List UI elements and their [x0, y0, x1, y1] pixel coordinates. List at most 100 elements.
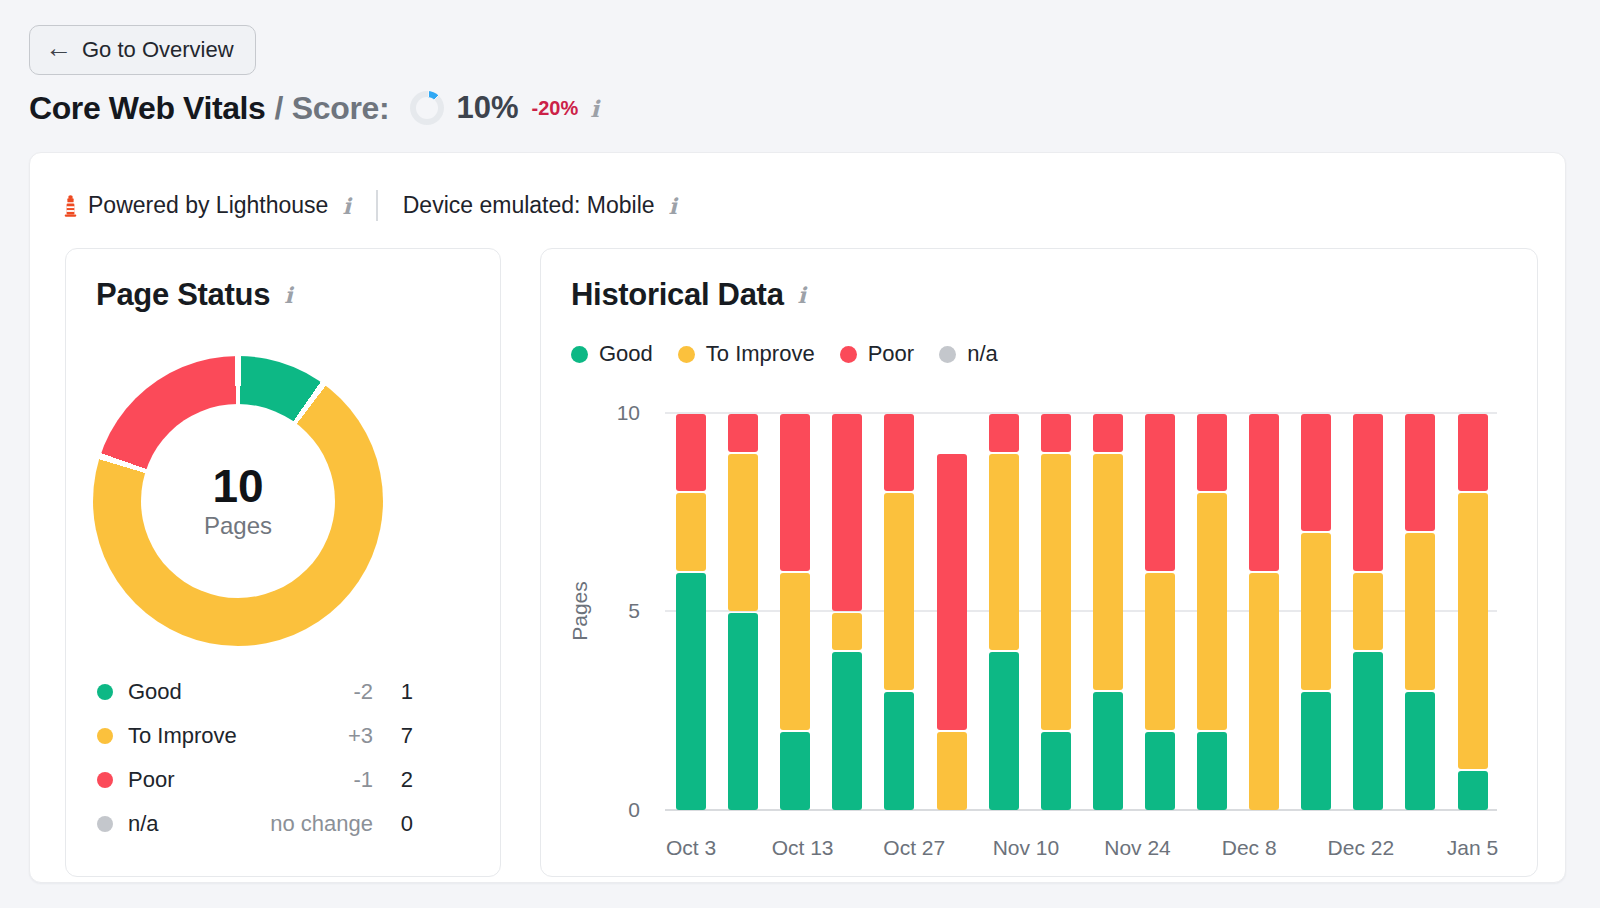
device-emulated-label: Device emulated: Mobile	[403, 192, 655, 219]
legend-change: no change	[270, 811, 373, 837]
legend-change: -2	[353, 679, 373, 705]
score-donut-chart	[410, 91, 444, 125]
bar-segment	[1353, 652, 1383, 810]
bar-segment	[1301, 533, 1331, 690]
device-info-icon[interactable]: i	[669, 193, 677, 219]
bar-segment	[780, 573, 810, 730]
legend-label: To Improve	[128, 723, 348, 749]
lighthouse-icon	[64, 195, 77, 217]
go-to-overview-button[interactable]: ← Go to Overview	[29, 25, 256, 75]
back-button-label: Go to Overview	[82, 37, 234, 63]
bar-segment	[780, 414, 810, 571]
legend-row-na[interactable]: n/a no change 0	[66, 802, 500, 846]
legend-item-na[interactable]: n/a	[939, 341, 998, 367]
bar-segment	[1145, 732, 1175, 810]
bar-segment	[884, 692, 914, 810]
bar-segment	[989, 414, 1019, 452]
bar-segment	[1458, 493, 1488, 769]
legend-row-to-improve[interactable]: To Improve +3 7	[66, 714, 500, 758]
bar-segment	[1405, 692, 1435, 810]
bar-segment	[676, 414, 706, 491]
bar-segment	[989, 454, 1019, 651]
legend-count: 7	[373, 723, 413, 749]
bar-segment	[1197, 493, 1227, 729]
bar-segment	[989, 652, 1019, 810]
legend-row-good[interactable]: Good -2 1	[66, 670, 500, 714]
poor-dot-icon	[97, 772, 113, 788]
legend-change: -1	[353, 767, 373, 793]
legend-label: Good	[128, 679, 353, 705]
historical-data-info-icon[interactable]: i	[798, 282, 806, 308]
score-info-icon[interactable]: i	[590, 95, 599, 122]
page-status-card: Page Status i 10 Pages Good -2 1 To Impr…	[65, 248, 501, 877]
bar-segment	[1041, 454, 1071, 730]
bar-segment	[1301, 692, 1331, 810]
bar-segment	[780, 732, 810, 810]
page-title: Core Web Vitals	[29, 90, 265, 127]
bar-segment	[884, 493, 914, 690]
score-donut-hole	[416, 97, 438, 119]
legend-item-good[interactable]: Good	[571, 341, 653, 367]
x-tick-label: Jan 5	[1402, 835, 1542, 861]
legend-count: 2	[373, 767, 413, 793]
bar-segment	[676, 573, 706, 810]
bar-segment	[1041, 414, 1071, 452]
bar-segment	[728, 454, 758, 611]
score-delta: -20%	[532, 97, 579, 120]
legend-count: 0	[373, 811, 413, 837]
page-status-donut-chart[interactable]: 10 Pages	[93, 356, 383, 646]
good-dot-icon	[571, 346, 588, 363]
bar-segment	[676, 493, 706, 570]
bar-segment	[728, 613, 758, 811]
legend-label: Poor	[128, 767, 353, 793]
page-status-title: Page Status	[96, 277, 270, 313]
y-tick-0: 0	[541, 797, 640, 823]
bar-segment	[1197, 414, 1227, 491]
to-improve-dot-icon	[678, 346, 695, 363]
bar-segment	[1093, 692, 1123, 810]
page-header: Core Web Vitals / Score: 10% -20% i	[29, 86, 599, 130]
na-dot-icon	[939, 346, 956, 363]
bar-segment	[832, 613, 862, 651]
legend-item-to-improve[interactable]: To Improve	[678, 341, 815, 367]
legend-item-poor[interactable]: Poor	[840, 341, 914, 367]
bar-plot	[665, 413, 1497, 810]
bar-segment	[832, 652, 862, 810]
historical-legend: Good To Improve Poor n/a	[571, 341, 998, 367]
bar-segment	[937, 732, 967, 810]
poor-dot-icon	[840, 346, 857, 363]
bar-segment	[1458, 414, 1488, 491]
y-tick-10: 10	[541, 400, 640, 426]
legend-change: +3	[348, 723, 373, 749]
good-dot-icon	[97, 684, 113, 700]
bar-segment	[1093, 414, 1123, 452]
bar-segment	[1145, 414, 1175, 571]
bar-segment	[1093, 454, 1123, 690]
bar-segment	[1458, 771, 1488, 810]
page-status-legend: Good -2 1 To Improve +3 7 Poor -1 2 n/a …	[66, 670, 500, 846]
bar-segment	[937, 454, 967, 730]
y-axis-label: Pages	[567, 576, 593, 646]
powered-by-info-icon[interactable]: i	[342, 193, 350, 219]
bar-segment	[1301, 414, 1331, 531]
na-dot-icon	[97, 816, 113, 832]
bar-segment	[1353, 414, 1383, 571]
historical-data-title: Historical Data	[571, 277, 784, 313]
bar-segment	[1405, 414, 1435, 531]
legend-label: To Improve	[706, 341, 815, 367]
bar-segment	[1353, 573, 1383, 650]
donut-center: 10 Pages	[141, 404, 335, 598]
legend-label: n/a	[967, 341, 998, 367]
legend-row-poor[interactable]: Poor -1 2	[66, 758, 500, 802]
meta-row: Powered by Lighthouse i Device emulated:…	[64, 190, 677, 221]
meta-divider	[376, 190, 378, 221]
donut-total-value: 10	[212, 462, 263, 510]
page-status-info-icon[interactable]: i	[284, 282, 292, 308]
score-label: / Score:	[274, 90, 389, 127]
historical-data-card: Historical Data i Good To Improve Poor n…	[540, 248, 1538, 877]
bar-segment	[728, 414, 758, 452]
bar-segment	[1145, 573, 1175, 730]
bar-segment	[832, 414, 862, 611]
back-arrow-icon: ←	[45, 35, 72, 62]
legend-label: n/a	[128, 811, 270, 837]
